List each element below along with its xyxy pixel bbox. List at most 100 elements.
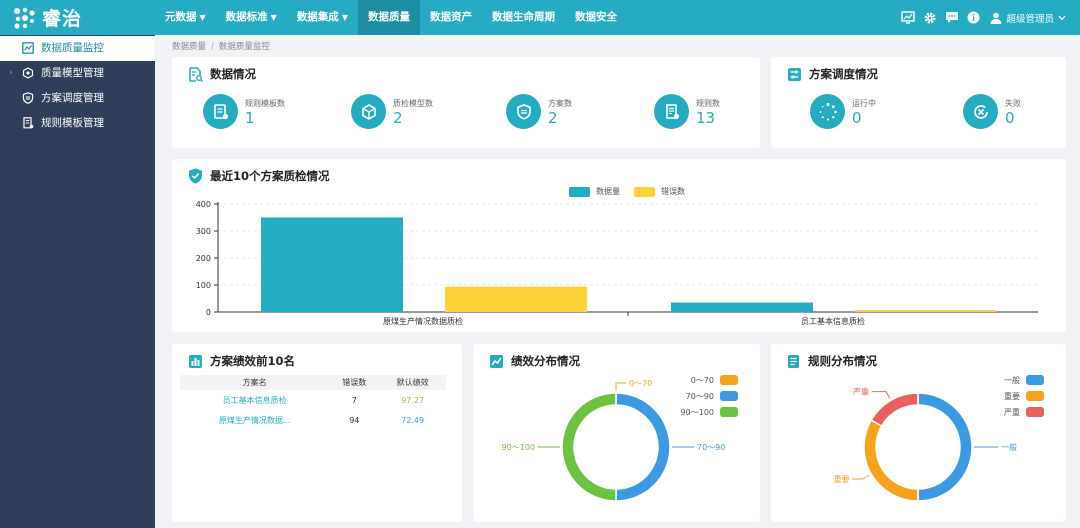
user-menu[interactable]: 超级管理员 [990, 11, 1066, 25]
sidebar-item-rule-template[interactable]: 规则模板管理 [0, 111, 155, 136]
nav-label: 数据生命周期 [491, 11, 555, 23]
panel-title: 数据情况 [188, 66, 256, 82]
sidebar-item-quality-monitor[interactable]: 数据质量监控 [0, 36, 155, 61]
nav-data-lifecycle[interactable]: 数据生命周期 [482, 0, 565, 35]
data-overview-panel: 数据情况 规则模板数 1 质检模型数 2 方案数 2 规则数 13 [172, 57, 760, 148]
breadcrumb-item[interactable]: 数据质量 [172, 42, 206, 52]
caret-down-icon: ▼ [199, 13, 206, 22]
sidebar-item-label: 方案调度管理 [41, 92, 104, 104]
panel-title-text: 方案调度情况 [809, 67, 878, 81]
nav-label: 数据集成 [296, 11, 339, 23]
chevron-down-icon [1058, 15, 1066, 20]
nav-label: 数据安全 [574, 11, 617, 23]
failed-icon [963, 94, 998, 129]
table-row: 原煤生产情况数据... 94 72.49 [180, 410, 446, 430]
app-logo[interactable]: 睿治 [12, 4, 82, 31]
panel-title: 方案调度情况 [787, 66, 878, 82]
caret-down-icon: ▼ [341, 13, 348, 22]
bar-data-volume [261, 217, 403, 312]
rule-dist-panel: 规则分布情况 一般 重要 严重 一般 重要 严重 [771, 344, 1066, 522]
slice-leader-line [615, 382, 626, 391]
perf-donut-chart: 0～70 70～90 90～100 [502, 379, 725, 502]
stat-label: 规则模板数 [245, 99, 285, 108]
plan-name-link[interactable]: 员工基本信息质检 [180, 390, 329, 410]
x-tick-label: 原煤生产情况数据质检 [383, 316, 463, 326]
sliders-icon [788, 67, 801, 81]
breadcrumb-separator: / [211, 42, 214, 52]
plan-name-link[interactable]: 原煤生产情况数据... [180, 410, 329, 430]
nav-data-assets[interactable]: 数据资产 [420, 0, 482, 35]
top-nav: 元数据 ▼ 数据标准 ▼ 数据集成 ▼ 数据质量 数据资产 数据生命周期 数据安全 [155, 0, 627, 35]
monitor-chart-icon[interactable] [901, 11, 916, 24]
caret-down-icon: ▼ [270, 13, 277, 22]
stat-label: 方案数 [548, 99, 572, 108]
gear-icon[interactable] [923, 11, 937, 25]
cube-icon [351, 94, 386, 129]
chevron-right-icon: › [9, 68, 13, 78]
sidebar-item-quality-model[interactable]: › 质量模型管理 [0, 61, 155, 86]
slice-leader-line [852, 474, 870, 480]
stat-label: 规则数 [696, 99, 720, 108]
nav-label: 数据资产 [429, 11, 472, 23]
bar-error-count [855, 310, 997, 312]
doc-search-icon [189, 66, 203, 82]
sidebar-item-label: 质量模型管理 [41, 67, 104, 79]
sidebar-item-label: 数据质量监控 [41, 42, 104, 54]
score-value: 97.27 [401, 395, 425, 405]
shield-icon [22, 92, 34, 104]
slice-label: 70～90 [697, 443, 725, 452]
y-tick-label: 400 [196, 200, 211, 209]
stat-value: 0 [852, 109, 862, 127]
spinner-icon [810, 94, 845, 129]
panel-title-text: 方案绩效前10名 [210, 354, 296, 368]
nav-metadata[interactable]: 元数据 ▼ [155, 0, 216, 35]
slice-label: 0～70 [629, 379, 652, 388]
monitor-icon [22, 42, 34, 54]
y-tick-label: 200 [196, 254, 211, 263]
slice-label: 重要 [834, 474, 850, 484]
x-tick-label: 员工基本信息质检 [801, 316, 865, 326]
top10-table: 方案名 错误数 默认绩效 员工基本信息质检 7 97.27 原煤生产情况数据..… [180, 375, 446, 430]
panel-title: 方案绩效前10名 [188, 353, 295, 369]
stat-plans: 方案数 2 [506, 92, 666, 132]
table-row: 员工基本信息质检 7 97.27 [180, 390, 446, 410]
stat-label: 运行中 [852, 99, 876, 108]
message-icon[interactable] [945, 11, 959, 24]
stat-label: 失败 [1005, 99, 1021, 108]
slice-leader-line [872, 391, 891, 399]
donut-slice [917, 392, 973, 502]
stat-failed: 失败 0 [963, 92, 1080, 132]
nav-label: 元数据 [165, 11, 197, 23]
stat-value: 1 [245, 109, 255, 127]
column-header: 错误数 [329, 375, 380, 390]
stat-value: 0 [1005, 109, 1015, 127]
donut-slice [561, 392, 617, 502]
schedule-panel: 方案调度情况 运行中 0 失败 0 [771, 57, 1066, 148]
user-name: 超级管理员 [1006, 13, 1054, 25]
y-tick-label: 100 [196, 281, 211, 290]
stat-value: 2 [548, 109, 558, 127]
stat-rule-templates: 规则模板数 1 [203, 92, 363, 132]
stat-value: 2 [393, 109, 403, 127]
nav-data-security[interactable]: 数据安全 [565, 0, 627, 35]
nav-data-standard[interactable]: 数据标准 ▼ [216, 0, 287, 35]
stat-models: 质检模型数 2 [351, 92, 511, 132]
sidebar: 数据质量监控 › 质量模型管理 方案调度管理 规则模板管理 [0, 35, 155, 528]
info-icon[interactable] [967, 11, 980, 24]
sidebar-item-schedule[interactable]: 方案调度管理 [0, 86, 155, 111]
top-bar: 睿治 元数据 ▼ 数据标准 ▼ 数据集成 ▼ 数据质量 数据资产 数据生命周期 数据安… [0, 0, 1080, 35]
logo-icon [14, 7, 35, 29]
bar-chart-icon [189, 354, 202, 368]
sidebar-collapse-handle[interactable] [2, 522, 152, 528]
breadcrumb: 数据质量 / 数据质量监控 [172, 40, 270, 52]
nav-data-integration[interactable]: 数据集成 ▼ [287, 0, 358, 35]
rule-template-icon [203, 94, 238, 129]
nav-data-quality[interactable]: 数据质量 [357, 0, 420, 35]
rule-donut-chart: 一般重要 严重 [834, 387, 1017, 502]
error-count: 7 [351, 395, 357, 405]
app-name: 睿治 [42, 8, 83, 30]
column-header: 默认绩效 [379, 375, 446, 390]
model-icon [22, 67, 34, 79]
column-header: 方案名 [180, 375, 330, 390]
slice-label: 一般 [1001, 442, 1017, 452]
